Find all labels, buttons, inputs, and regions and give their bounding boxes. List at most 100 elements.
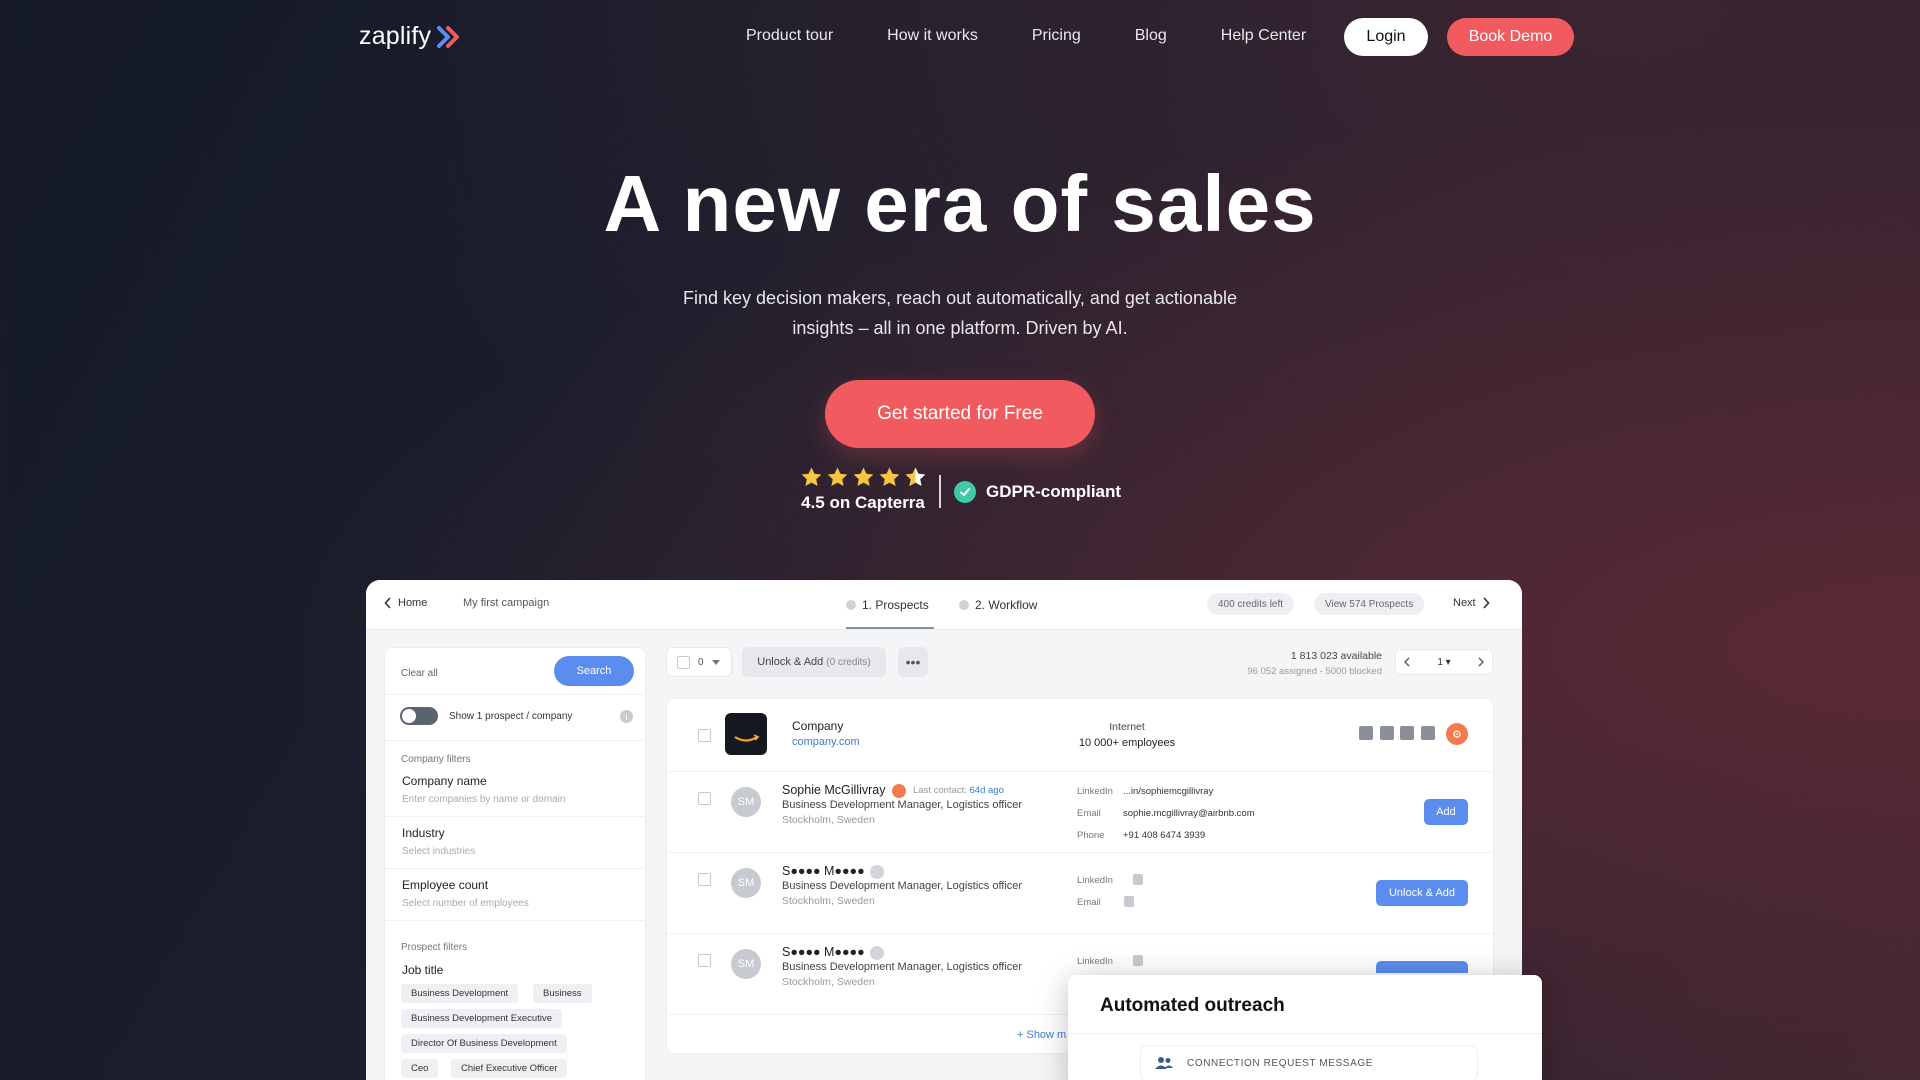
table-row: SM S●●●● M●●●● Business Development Mana… xyxy=(667,853,1493,934)
divider xyxy=(385,816,645,817)
info-icon[interactable]: i xyxy=(620,710,633,723)
star-icon xyxy=(879,467,899,487)
amazon-smile-icon xyxy=(734,734,760,742)
chevron-right-icon[interactable] xyxy=(1478,657,1484,667)
logo[interactable]: zaplify xyxy=(359,22,461,51)
hubspot-icon xyxy=(870,865,884,879)
hero-title: A new era of sales xyxy=(603,159,1317,248)
email-value[interactable]: sophie.mcgillivray@airbnb.com xyxy=(1123,808,1255,819)
employee-count-select[interactable]: Select number of employees xyxy=(402,898,529,909)
unlock-add-row-button[interactable]: Unlock & Add xyxy=(1376,880,1468,906)
company-industry: Internet xyxy=(1109,721,1145,733)
nav-links: Product tour How it works Pricing Blog H… xyxy=(746,27,1306,45)
unlock-add-credits: (0 credits) xyxy=(826,656,871,668)
hubspot-icon xyxy=(892,784,906,798)
search-button[interactable]: Search xyxy=(554,656,634,686)
row-checkbox[interactable] xyxy=(698,873,711,886)
job-title-tag[interactable]: Business xyxy=(533,984,592,1003)
breadcrumb-home-label: Home xyxy=(398,597,428,609)
breadcrumb-campaign: My first campaign xyxy=(463,597,550,609)
chevron-left-icon[interactable] xyxy=(1404,657,1410,667)
company-name-label: Company name xyxy=(402,774,487,788)
book-demo-button[interactable]: Book Demo xyxy=(1447,18,1574,56)
clear-all-link[interactable]: Clear all xyxy=(401,668,438,679)
job-title-tag[interactable]: Business Development xyxy=(401,984,519,1003)
facebook-icon[interactable] xyxy=(1359,726,1373,740)
prospect-name[interactable]: S●●●● M●●●● xyxy=(782,864,865,878)
prospect-name[interactable]: S●●●● M●●●● xyxy=(782,945,865,959)
company-filters-heading: Company filters xyxy=(401,754,471,765)
page-number: 1 xyxy=(1437,656,1443,668)
show-one-toggle[interactable] xyxy=(400,707,438,725)
page-select[interactable]: 1 ▾ xyxy=(1437,657,1450,668)
step-dot-icon xyxy=(846,600,856,610)
show-one-label: Show 1 prospect / company xyxy=(449,711,573,722)
phone-value[interactable]: +91 408 6474 3939 xyxy=(1123,830,1205,841)
lock-icon xyxy=(1133,955,1143,966)
tab-prospects[interactable]: 1. Prospects xyxy=(846,598,929,612)
company-employees: 10 000+ employees xyxy=(1078,737,1176,749)
email-key: Email xyxy=(1077,808,1101,819)
tab-workflow[interactable]: 2. Workflow xyxy=(959,598,1037,612)
logo-mark-icon xyxy=(437,25,460,48)
connection-request-step[interactable]: CONNECTION REQUEST MESSAGE xyxy=(1140,1045,1478,1080)
view-prospects-button[interactable]: View 574 Prospects xyxy=(1314,593,1425,615)
company-logo xyxy=(725,713,767,755)
job-title-tag[interactable]: Ceo xyxy=(401,1059,439,1078)
linkedin-icon[interactable] xyxy=(1400,726,1414,740)
website-icon[interactable] xyxy=(1421,726,1435,740)
linkedin-value[interactable]: ...in/sophiemcgillivray xyxy=(1123,786,1213,797)
prospect-location: Stockholm, Sweden xyxy=(782,814,875,826)
job-title-tag[interactable]: Business Development Executive xyxy=(401,1009,562,1028)
tab-workflow-label: 2. Workflow xyxy=(975,598,1038,612)
table-row: SM Sophie McGillivray Last contact: 64d … xyxy=(667,772,1493,853)
nav-link-help-center[interactable]: Help Center xyxy=(1221,27,1306,45)
twitter-icon[interactable] xyxy=(1380,726,1394,740)
breadcrumb-home[interactable]: Home xyxy=(384,597,427,609)
unlock-add-button[interactable]: Unlock & Add (0 credits) xyxy=(742,647,886,677)
row-checkbox[interactable] xyxy=(698,792,711,805)
next-button[interactable]: Next xyxy=(1453,597,1490,609)
row-checkbox[interactable] xyxy=(698,729,711,742)
add-button[interactable]: Add xyxy=(1424,799,1468,825)
prospect-filters-heading: Prospect filters xyxy=(401,942,468,953)
more-options-button[interactable]: ••• xyxy=(898,647,928,677)
row-checkbox[interactable] xyxy=(698,954,711,967)
company-name-input[interactable]: Enter companies by name or domain xyxy=(402,794,565,805)
linkedin-key: LinkedIn xyxy=(1077,786,1113,797)
divider xyxy=(385,920,645,921)
industry-label: Industry xyxy=(402,826,445,840)
step-dot-icon xyxy=(959,600,969,610)
hubspot-icon[interactable]: ⚙ xyxy=(1446,723,1468,745)
unlock-add-row-button[interactable] xyxy=(1376,961,1468,973)
select-all-checkbox[interactable] xyxy=(677,655,690,669)
divider xyxy=(1068,1033,1542,1034)
nav-link-how-it-works[interactable]: How it works xyxy=(887,27,978,45)
job-title-tag[interactable]: Chief Executive Officer xyxy=(451,1059,568,1078)
nav-link-pricing[interactable]: Pricing xyxy=(1032,27,1081,45)
lock-icon xyxy=(1124,896,1134,907)
prospect-name[interactable]: Sophie McGillivray xyxy=(782,783,886,797)
gdpr-badge: GDPR-compliant xyxy=(954,481,1121,503)
job-title-label: Job title xyxy=(402,963,444,977)
company-row: Company company.com Internet 10 000+ emp… xyxy=(667,699,1493,772)
select-all-dropdown[interactable]: 0 xyxy=(666,647,732,677)
divider xyxy=(385,868,645,869)
nav-link-product-tour[interactable]: Product tour xyxy=(746,27,833,45)
linkedin-key: LinkedIn xyxy=(1077,956,1113,967)
gdpr-text: GDPR-compliant xyxy=(986,482,1122,501)
prospect-title: Business Development Manager, Logistics … xyxy=(782,799,1023,811)
filter-sidebar: Clear all Search Show 1 prospect / compa… xyxy=(384,647,646,1080)
selected-count: 0 xyxy=(698,656,704,668)
company-label: Company xyxy=(792,719,844,733)
prospect-title: Business Development Manager, Logistics … xyxy=(782,880,1023,892)
company-link[interactable]: company.com xyxy=(792,736,860,748)
nav-link-blog[interactable]: Blog xyxy=(1135,27,1167,45)
login-button[interactable]: Login xyxy=(1344,18,1428,56)
get-started-button[interactable]: Get started for Free xyxy=(825,380,1095,448)
divider xyxy=(385,740,645,741)
prospect-title: Business Development Manager, Logistics … xyxy=(782,961,1023,973)
industry-select[interactable]: Select industries xyxy=(402,846,475,857)
show-more-link[interactable]: + Show m xyxy=(1017,1029,1066,1041)
job-title-tag[interactable]: Director Of Business Development xyxy=(401,1034,567,1053)
